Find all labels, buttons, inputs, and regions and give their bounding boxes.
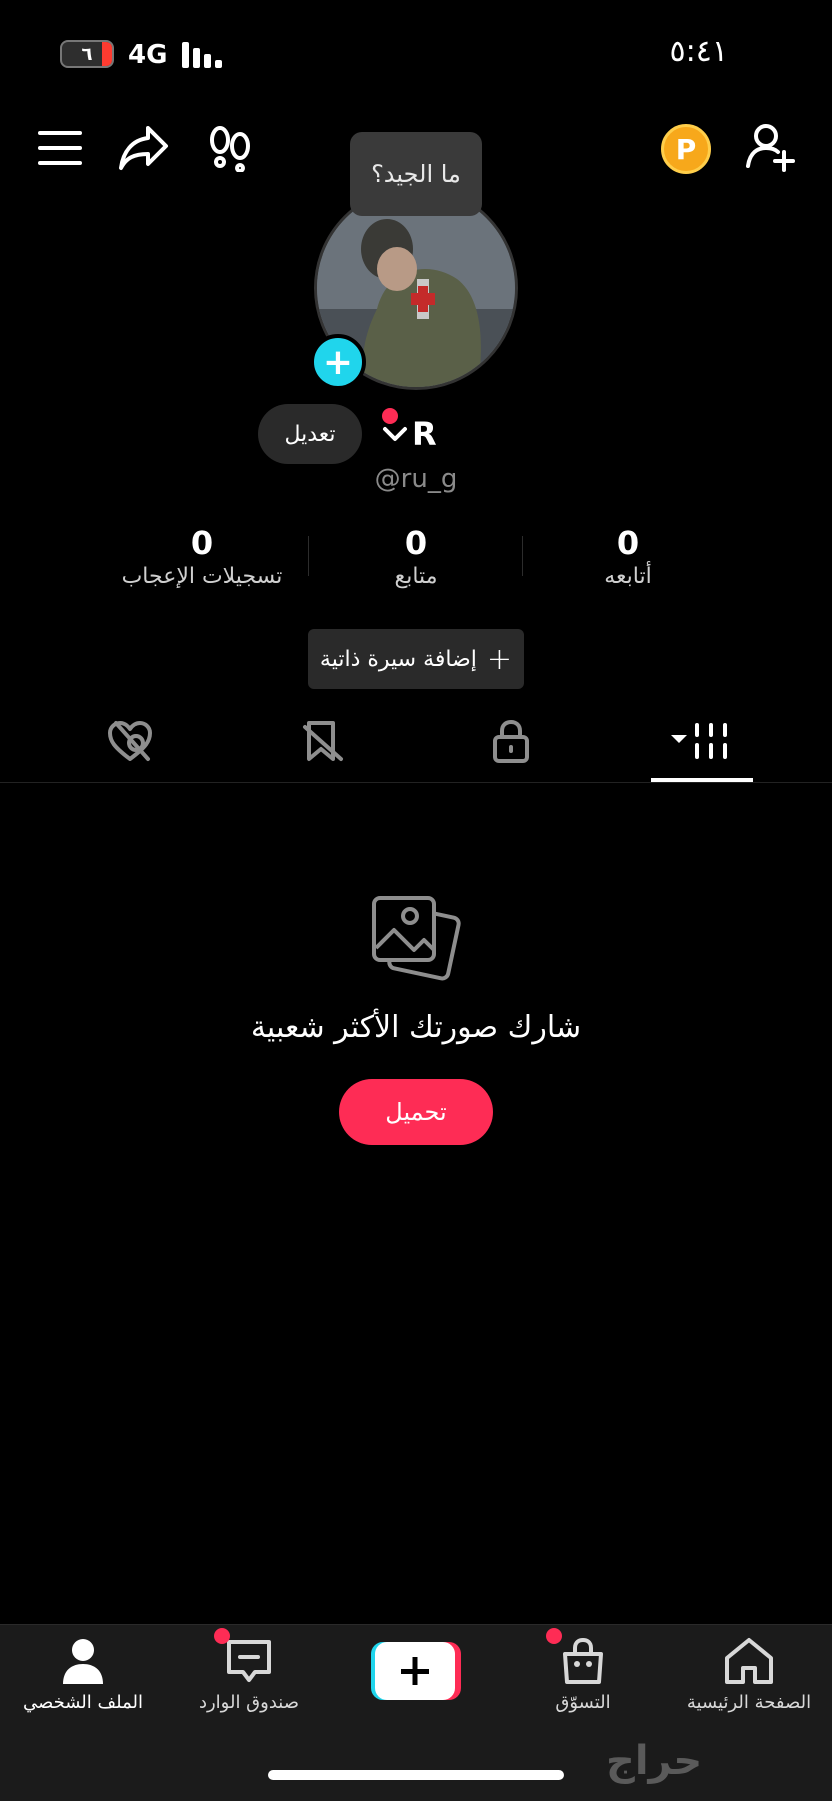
edit-profile-button[interactable]: تعديل xyxy=(258,404,362,464)
chevron-down-icon xyxy=(382,424,408,444)
nav-shop[interactable]: التسوّق xyxy=(500,1636,666,1713)
tabs-divider xyxy=(0,782,832,783)
plus-icon: + xyxy=(486,641,513,677)
following-count: 0 xyxy=(616,524,640,562)
profile-icon xyxy=(57,1636,109,1686)
shop-notification-dot xyxy=(546,1628,562,1644)
signal-icon xyxy=(182,42,226,68)
network-type: 4G xyxy=(128,40,168,70)
followers-label: متابع xyxy=(394,564,438,589)
nav-inbox-label: صندوق الوارد xyxy=(198,1692,300,1713)
upload-button[interactable]: تحميل xyxy=(339,1079,493,1145)
tab-videos[interactable] xyxy=(662,716,742,766)
nav-profile-label: الملف الشخصي xyxy=(23,1692,143,1713)
empty-state-text: شارك صورتك الأكثر شعبية xyxy=(250,1010,582,1045)
following-stat[interactable]: 0 أتابعه xyxy=(518,524,738,589)
likes-count: 0 xyxy=(190,524,214,562)
footprints-icon[interactable] xyxy=(206,124,254,172)
add-friend-icon[interactable] xyxy=(746,120,798,172)
add-avatar-button[interactable]: + xyxy=(310,334,366,390)
menu-icon[interactable] xyxy=(38,128,82,168)
battery-indicator: ٦ xyxy=(60,40,114,68)
tab-liked[interactable] xyxy=(90,716,170,766)
home-icon xyxy=(723,1636,775,1686)
add-bio-button[interactable]: إضافة سيرة ذاتية + xyxy=(308,629,524,689)
liked-hidden-icon xyxy=(106,719,154,763)
username: @ru_g xyxy=(374,464,458,494)
tab-saved[interactable] xyxy=(283,716,363,766)
grid-dropdown-icon xyxy=(669,721,735,761)
battery-level: ٦ xyxy=(81,43,93,65)
create-button[interactable] xyxy=(371,1642,461,1700)
home-indicator[interactable] xyxy=(268,1770,564,1780)
tab-private[interactable] xyxy=(471,716,551,766)
status-time: ٥:٤١ xyxy=(669,34,728,69)
likes-label: تسجيلات الإعجاب xyxy=(121,564,283,589)
shopping-bag-icon xyxy=(557,1636,609,1686)
inbox-notification-dot xyxy=(214,1628,230,1644)
nav-home-label: الصفحة الرئيسية xyxy=(686,1692,812,1713)
active-tab-indicator xyxy=(651,778,753,782)
lock-icon xyxy=(491,719,531,763)
followers-count: 0 xyxy=(404,524,428,562)
nav-inbox[interactable]: صندوق الوارد xyxy=(166,1636,332,1713)
display-name: R xyxy=(412,415,437,453)
nav-home[interactable]: الصفحة الرئيسية xyxy=(666,1636,832,1713)
inbox-icon xyxy=(223,1636,275,1686)
whats-new-tooltip: ما الجيد؟ xyxy=(350,132,482,216)
photos-icon xyxy=(370,892,464,986)
coin-icon[interactable]: P xyxy=(661,124,711,174)
following-label: أتابعه xyxy=(604,564,652,589)
followers-stat[interactable]: 0 متابع xyxy=(306,524,526,589)
watermark: حراج xyxy=(606,1738,703,1784)
bio-label: إضافة سيرة ذاتية xyxy=(319,646,477,672)
nav-profile[interactable]: الملف الشخصي xyxy=(0,1636,166,1713)
likes-stat[interactable]: 0 تسجيلات الإعجاب xyxy=(92,524,312,589)
saved-hidden-icon xyxy=(301,719,345,763)
nav-shop-label: التسوّق xyxy=(555,1692,611,1713)
share-icon[interactable] xyxy=(118,124,170,172)
account-switcher[interactable]: R xyxy=(382,412,437,456)
